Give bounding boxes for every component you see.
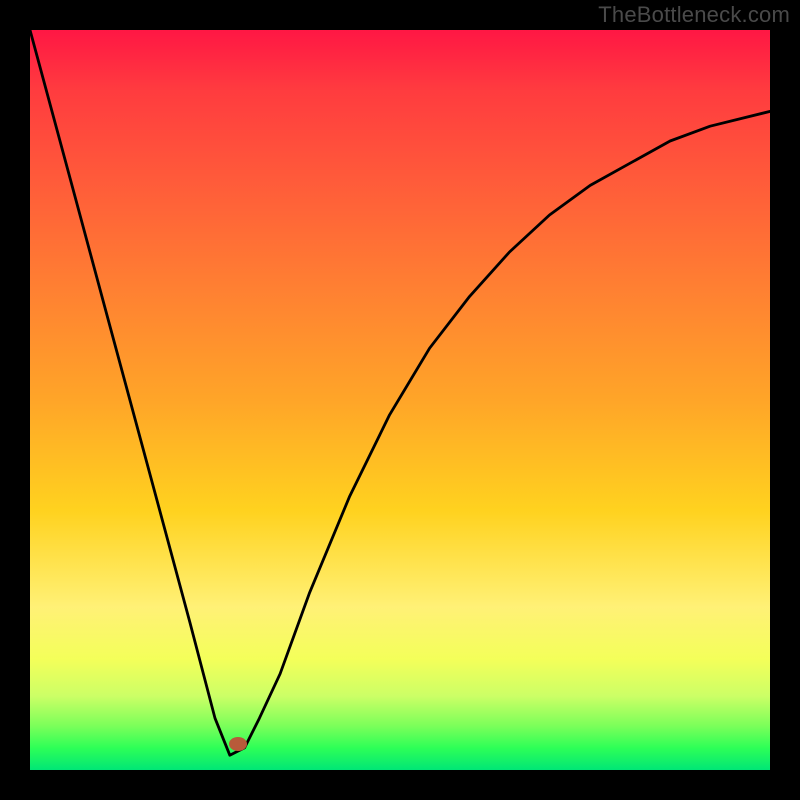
min-marker <box>229 737 247 751</box>
watermark-text: TheBottleneck.com <box>598 2 790 28</box>
bottleneck-curve <box>30 30 770 770</box>
plot-area <box>30 30 770 770</box>
chart-frame: TheBottleneck.com <box>0 0 800 800</box>
